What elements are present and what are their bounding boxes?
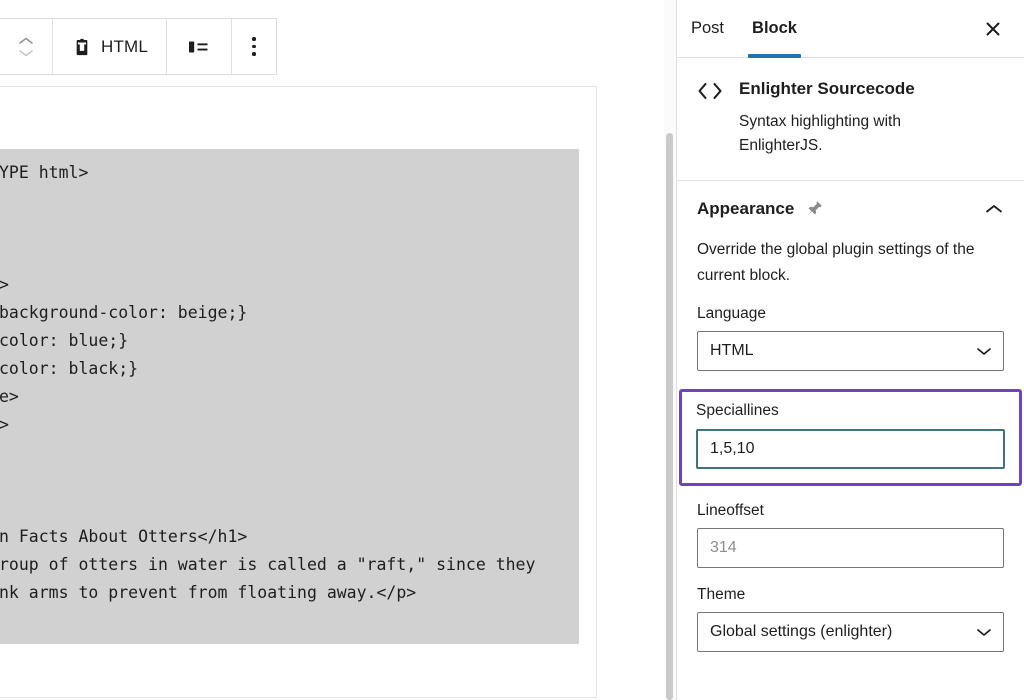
block-type-label: HTML: [101, 37, 148, 57]
panel-help-text: Override the global plugin settings of t…: [697, 237, 1004, 289]
panel-appearance-header[interactable]: Appearance: [677, 181, 1024, 231]
panel-appearance-body: Override the global plugin settings of t…: [677, 237, 1024, 652]
chevron-up-icon[interactable]: [18, 36, 34, 46]
select-language[interactable]: [697, 331, 1004, 371]
label-theme: Theme: [697, 586, 1004, 604]
more-options-icon: [252, 37, 256, 56]
sidebar-tabs: Post Block: [677, 0, 1024, 58]
block-mover-buttons[interactable]: [0, 19, 52, 74]
editor-scrollbar-thumb[interactable]: [666, 133, 673, 700]
editor-pane: ithin HTML: H: [0, 0, 662, 700]
label-language: Language: [697, 305, 1004, 323]
code-text[interactable]: YPE html> > background-color: beige;} co…: [0, 159, 579, 644]
chevron-down-icon[interactable]: [18, 48, 34, 58]
field-speciallines-highlighted: Speciallines: [679, 389, 1022, 486]
field-lineoffset: Lineoffset: [697, 502, 1004, 568]
html-block-icon: [71, 36, 93, 58]
field-theme: Theme: [697, 586, 1004, 652]
chevron-up-icon[interactable]: [984, 203, 1004, 215]
label-speciallines: Speciallines: [696, 402, 1005, 420]
align-text-button[interactable]: [167, 19, 231, 74]
panel-title: Appearance: [697, 199, 794, 219]
block-card: Enlighter Sourcecode Syntax highlighting…: [677, 58, 1024, 181]
field-language: Language: [697, 305, 1004, 371]
input-lineoffset[interactable]: [697, 528, 1004, 568]
block-card-title: Enlighter Sourcecode: [739, 78, 935, 100]
block-card-description: Syntax highlighting with EnlighterJS.: [739, 110, 935, 158]
settings-sidebar: Post Block Enlighter Sourcecode Syntax h…: [676, 0, 1024, 700]
block-type-button[interactable]: HTML: [53, 19, 166, 74]
code-editor-area[interactable]: YPE html> > background-color: beige;} co…: [0, 149, 579, 644]
pushpin-icon[interactable]: [804, 199, 824, 219]
select-theme[interactable]: [697, 612, 1004, 652]
close-sidebar-button[interactable]: [976, 12, 1010, 46]
panel-appearance: Appearance Override the global plugin se…: [677, 181, 1024, 652]
enlighter-block-container[interactable]: YPE html> > background-color: beige;} co…: [0, 86, 597, 698]
more-options-button[interactable]: [232, 19, 276, 74]
block-toolbar: HTML: [0, 18, 277, 75]
select-wrap-theme: [697, 612, 1004, 652]
select-wrap-language: [697, 331, 1004, 371]
close-icon: [984, 20, 1002, 38]
input-speciallines[interactable]: [696, 429, 1005, 469]
align-text-icon: [187, 38, 211, 56]
tab-post[interactable]: Post: [677, 0, 738, 58]
label-lineoffset: Lineoffset: [697, 502, 1004, 520]
code-brackets-icon: [697, 78, 723, 158]
app-root: ithin HTML: H: [0, 0, 1024, 700]
tab-block[interactable]: Block: [738, 0, 811, 58]
